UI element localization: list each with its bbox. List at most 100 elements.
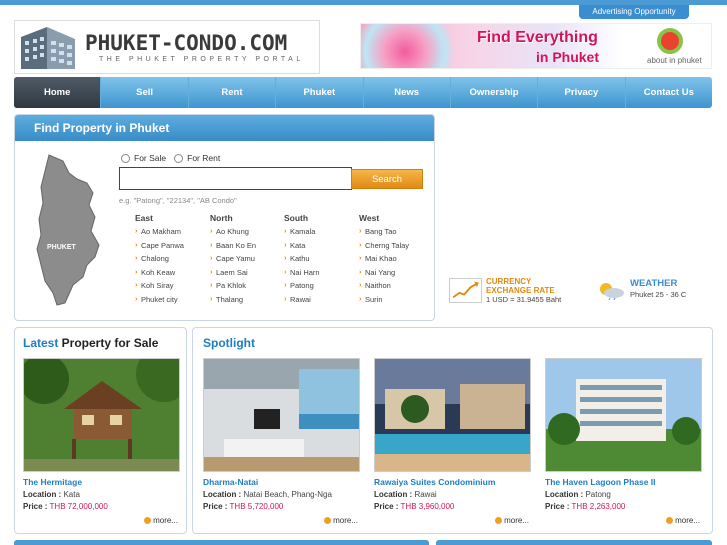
nav-privacy[interactable]: Privacy xyxy=(538,77,626,108)
area-link[interactable]: Ao Makham xyxy=(135,226,184,241)
area-column-east: East Ao Makham Cape Panwa Chalong Koh Ke… xyxy=(135,213,184,309)
property-card[interactable]: Rawaiya Suites Condominium Location : Ra… xyxy=(374,358,531,525)
property-name[interactable]: The Haven Lagoon Phase II xyxy=(545,477,702,487)
property-card[interactable]: Dharma-Natai Location : Natai Beach, Pha… xyxy=(203,358,360,525)
property-name[interactable]: The Hermitage xyxy=(23,477,180,487)
area-link[interactable]: Laem Sai xyxy=(210,267,256,282)
currency-title: CURRENCY EXCHANGE RATE xyxy=(486,277,555,295)
banner-hat-image xyxy=(361,24,471,68)
property-card[interactable]: The Hermitage Location : Kata Price : TH… xyxy=(23,358,180,525)
area-link[interactable]: Phuket city xyxy=(135,294,184,309)
listing-type-radios: For Sale For Rent xyxy=(121,153,220,163)
latest-property-section: Latest Property for Sale The Hermitage L… xyxy=(14,327,187,534)
area-link[interactable]: Cape Yamu xyxy=(210,253,256,268)
search-hint: e.g. "Patong", "22134", "AB Condo" xyxy=(119,196,237,205)
logo-title: PHUKET-CONDO.COM xyxy=(85,31,288,55)
area-column-west: West Bang Tao Cherng Talay Mai Khao Nai … xyxy=(359,213,409,309)
area-column-north: North Ao Khung Baan Ko En Cape Yamu Laem… xyxy=(210,213,256,309)
area-link[interactable]: Cherng Talay xyxy=(359,240,409,255)
area-link[interactable]: Ao Khung xyxy=(210,226,256,241)
area-heading: West xyxy=(359,213,380,223)
weather-title: WEATHER xyxy=(630,278,678,289)
property-photo[interactable] xyxy=(203,358,360,472)
more-link[interactable]: more... xyxy=(23,516,180,525)
advertising-link[interactable]: Advertising Opportunity xyxy=(579,5,689,19)
currency-rate: 1 USD = 31.9455 Baht xyxy=(486,295,562,304)
weather-widget[interactable]: WEATHER Phuket 25 - 36 C xyxy=(596,278,692,303)
area-link[interactable]: Surin xyxy=(359,294,409,309)
for-rent-radio[interactable] xyxy=(174,153,184,163)
for-sale-radio[interactable] xyxy=(121,153,130,163)
map-label: PHUKET xyxy=(47,244,77,251)
building-icon xyxy=(21,27,75,69)
area-link[interactable]: Cape Panwa xyxy=(135,240,184,255)
area-link[interactable]: Kamala xyxy=(284,226,320,241)
banner-brand-text: about in phuket xyxy=(647,56,702,65)
property-search-input[interactable] xyxy=(119,167,352,190)
weather-value: Phuket 25 - 36 C xyxy=(630,290,687,299)
area-link[interactable]: Thalang xyxy=(210,294,256,309)
latest-section-title: Latest Property for Sale xyxy=(23,336,159,350)
area-link[interactable]: Rawai xyxy=(284,294,320,309)
area-link[interactable]: Chalong xyxy=(135,253,184,268)
area-link[interactable]: Bang Tao xyxy=(359,226,409,241)
area-heading: South xyxy=(284,213,309,223)
banner-headline: Find Everything xyxy=(477,29,598,46)
nav-sell[interactable]: Sell xyxy=(101,77,189,108)
area-link[interactable]: Naithon xyxy=(359,280,409,295)
bottom-panel-header xyxy=(14,540,429,545)
property-price: Price : THB 5,720,000 xyxy=(203,502,284,511)
more-link[interactable]: more... xyxy=(545,516,702,525)
about-phuket-banner[interactable]: Find Everything in Phuket about in phuke… xyxy=(360,23,712,69)
property-card[interactable]: The Haven Lagoon Phase II Location : Pat… xyxy=(545,358,702,525)
area-link[interactable]: Koh Keaw xyxy=(135,267,184,282)
area-column-south: South Kamala Kata Kathu Nai Harn Patong … xyxy=(284,213,320,309)
area-heading: East xyxy=(135,213,153,223)
area-heading: North xyxy=(210,213,233,223)
spotlight-title: Spotlight xyxy=(203,336,255,350)
property-name[interactable]: Dharma-Natai xyxy=(203,477,360,487)
spotlight-section: Spotlight Dharma-Natai Location : Natai … xyxy=(192,327,713,534)
area-link[interactable]: Kata xyxy=(284,240,320,255)
area-link[interactable]: Mai Khao xyxy=(359,253,409,268)
sun-cloud-icon xyxy=(600,283,624,300)
nav-contact[interactable]: Contact Us xyxy=(626,77,712,108)
banner-subline: in Phuket xyxy=(536,49,600,65)
search-button[interactable]: Search xyxy=(351,169,423,189)
area-link[interactable]: Koh Siray xyxy=(135,280,184,295)
more-link[interactable]: more... xyxy=(374,516,531,525)
currency-widget[interactable]: CURRENCY EXCHANGE RATE 1 USD = 31.9455 Ba… xyxy=(449,277,567,304)
banner-brand-icon xyxy=(657,28,683,54)
area-link[interactable]: Kathu xyxy=(284,253,320,268)
nav-home[interactable]: Home xyxy=(14,77,102,108)
nav-rent[interactable]: Rent xyxy=(189,77,277,108)
nav-phuket[interactable]: Phuket xyxy=(276,77,364,108)
property-photo[interactable] xyxy=(23,358,180,472)
site-logo[interactable]: PHUKET-CONDO.COM THE PHUKET PROPERTY POR… xyxy=(14,20,320,74)
bottom-panel-header xyxy=(436,540,712,545)
property-photo[interactable] xyxy=(374,358,531,472)
main-navigation: Home Sell Rent Phuket News Ownership Pri… xyxy=(14,77,712,108)
property-price: Price : THB 3,960,000 xyxy=(374,502,455,511)
phuket-map[interactable]: PHUKET xyxy=(33,153,105,308)
nav-ownership[interactable]: Ownership xyxy=(451,77,539,108)
for-sale-label: For Sale xyxy=(134,153,167,163)
for-rent-label: For Rent xyxy=(187,153,221,163)
property-price: Price : THB 2,263,000 xyxy=(545,502,626,511)
chart-up-icon xyxy=(449,278,482,303)
area-link[interactable]: Baan Ko En xyxy=(210,240,256,255)
area-link[interactable]: Pa Khlok xyxy=(210,280,256,295)
logo-subtitle: THE PHUKET PROPERTY PORTAL xyxy=(99,56,304,63)
property-location: Location : Kata xyxy=(23,490,80,499)
property-name[interactable]: Rawaiya Suites Condominium xyxy=(374,477,531,487)
nav-news[interactable]: News xyxy=(364,77,451,108)
property-location: Location : Patong xyxy=(545,490,611,499)
property-location: Location : Rawai xyxy=(374,490,437,499)
area-link[interactable]: Patong xyxy=(284,280,320,295)
property-location: Location : Natai Beach, Phang-Nga xyxy=(203,490,332,499)
area-link[interactable]: Nai Harn xyxy=(284,267,320,282)
more-link[interactable]: more... xyxy=(203,516,360,525)
area-link[interactable]: Nai Yang xyxy=(359,267,409,282)
find-property-title: Find Property in Phuket xyxy=(15,115,434,141)
property-photo[interactable] xyxy=(545,358,702,472)
